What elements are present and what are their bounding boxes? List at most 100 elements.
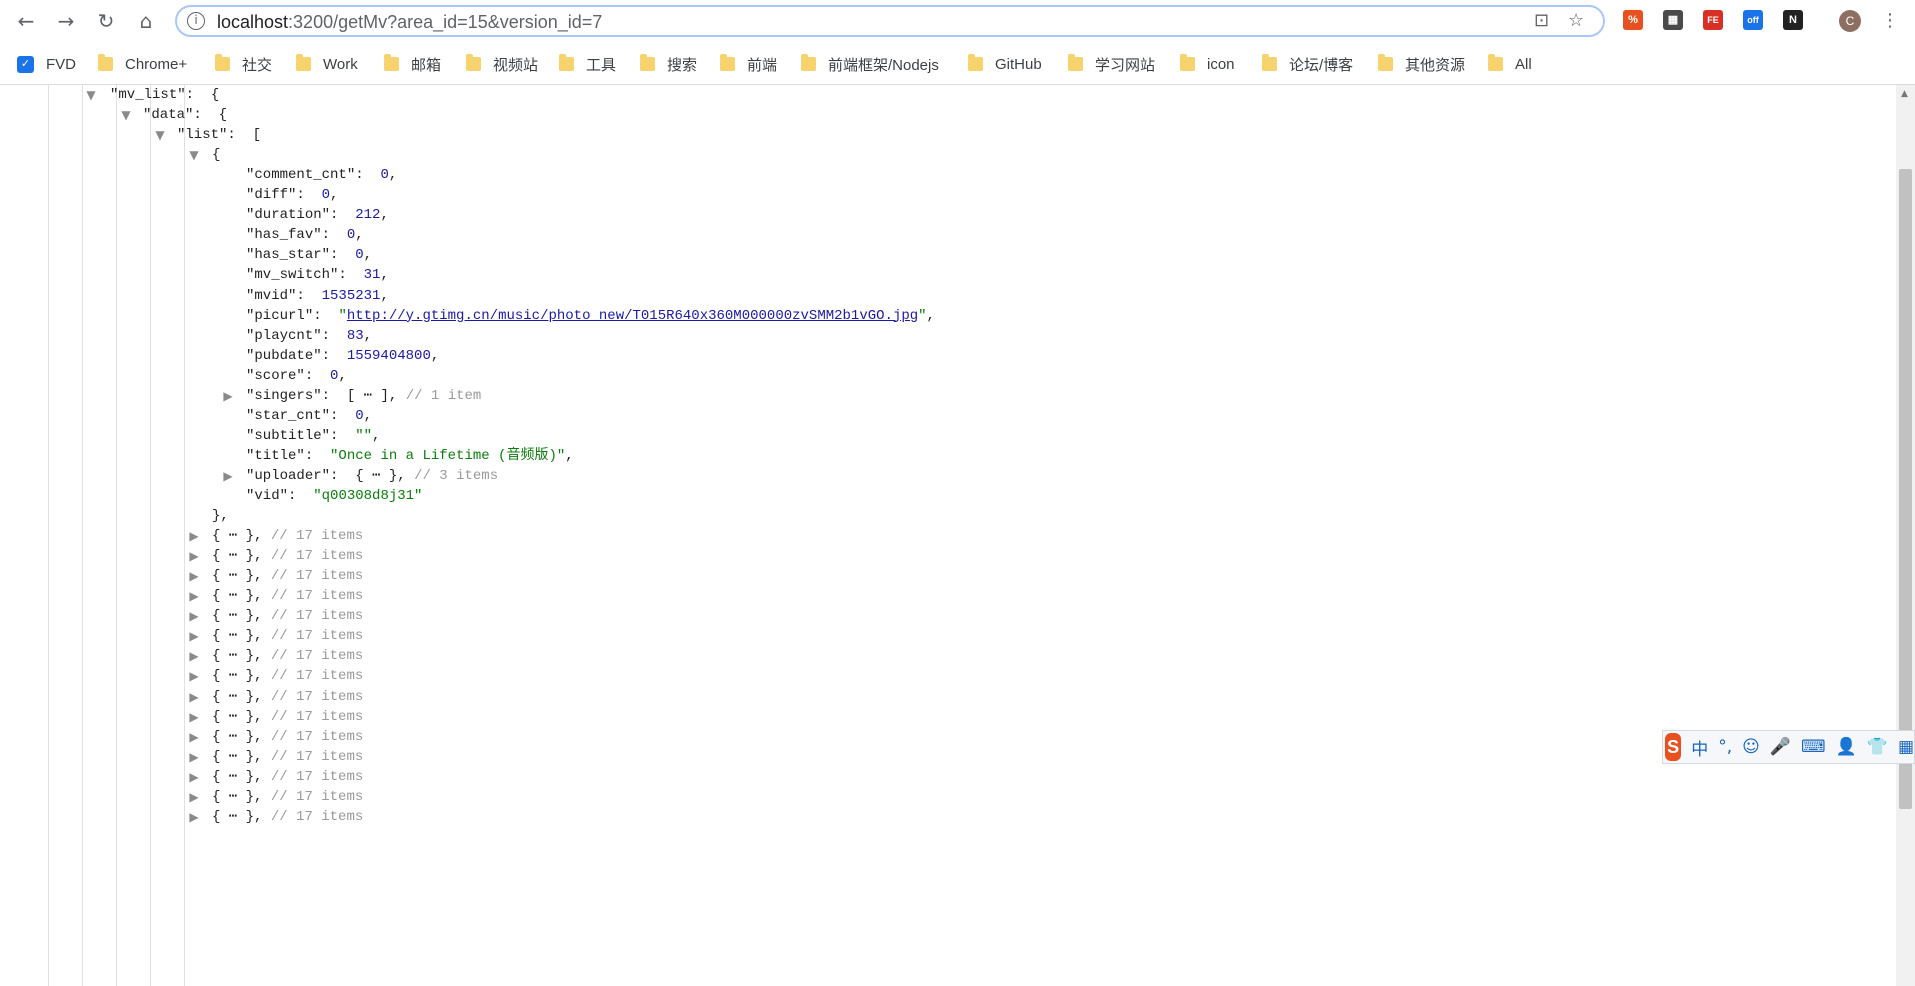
json-token: , [355,227,364,244]
expand-toggle-icon[interactable]: ▶ [188,707,200,727]
reload-icon[interactable]: ↻ [92,7,120,35]
profile-avatar[interactable]: C [1839,10,1861,32]
folder-icon [1262,54,1277,71]
json-value: "Once in a Lifetime (音频版)" [330,447,566,464]
bookmark-item[interactable]: Chrome+ [98,52,187,76]
extension-icon-fe[interactable]: FE [1703,10,1723,30]
bookmark-item[interactable]: Work [296,52,358,76]
json-comment: // 17 items [270,728,364,745]
json-value[interactable]: http://y.gtimg.cn/music/photo_new/T015R6… [347,308,918,324]
collapse-toggle-icon[interactable]: ▼ [188,145,200,165]
bookmark-item[interactable]: GitHub [968,52,1042,76]
json-token: { [212,147,221,164]
expand-toggle-icon[interactable]: ▶ [188,646,200,666]
vertical-scrollbar[interactable]: ▲ [1896,85,1915,986]
json-comment: // 17 items [270,608,364,625]
json-collapsed-item: { ⋯ }, // 17 items [212,727,363,747]
ime-toolbar: S 中 °, ☺ 🎤 ⌨ 👤 👕 ▦ [1662,730,1915,764]
bookmark-item[interactable]: ✓ FVD [17,52,76,76]
json-collapsed: { ⋯ }, [212,528,263,545]
scrollbar-thumb[interactable] [1899,169,1912,809]
expand-toggle-icon[interactable]: ▶ [188,787,200,807]
home-icon[interactable]: ⌂ [132,7,160,35]
bookmark-item[interactable]: 前端框架/Nodejs [801,52,939,76]
json-token: " [918,307,927,324]
ime-item[interactable]: ⌨ [1801,737,1826,757]
json-comment: // 17 items [270,768,364,785]
bookmark-item[interactable]: 前端 [720,52,777,76]
bookmark-item[interactable]: icon [1180,52,1235,76]
notion-icon[interactable]: N [1783,10,1803,30]
url-text[interactable]: localhost:3200/getMv?area_id=15&version_… [217,12,602,33]
ime-item[interactable]: ▦ [1898,737,1914,757]
json-line-data: "data": { [143,105,227,125]
json-value: { ⋯ } [355,467,398,484]
bookmark-item[interactable]: 其他资源 [1378,52,1465,76]
json-property: "pubdate": 1559404800, [246,346,439,366]
bookmark-item[interactable]: 视频站 [466,52,538,76]
json-token: ": [321,427,356,444]
expand-toggle-icon[interactable]: ▶ [188,606,200,626]
expand-toggle-icon[interactable]: ▶ [222,386,234,406]
expand-toggle-icon[interactable]: ▶ [188,687,200,707]
expand-toggle-icon[interactable]: ▶ [188,566,200,586]
bookmark-label: 搜索 [667,56,698,74]
expand-toggle-icon[interactable]: ▶ [188,586,200,606]
json-token: ": [288,187,322,204]
bookmark-item[interactable]: 搜索 [640,52,697,76]
bookmark-item[interactable]: 邮箱 [384,52,441,76]
expand-toggle-icon[interactable]: ▶ [188,767,200,787]
browser-menu-icon[interactable]: ⋮ [1881,8,1899,34]
expand-toggle-icon[interactable]: ▶ [188,546,200,566]
expand-toggle-icon[interactable]: ▶ [188,626,200,646]
bookmark-star-icon[interactable]: ☆ [1568,10,1584,31]
collapse-toggle-icon[interactable]: ▼ [120,105,132,125]
ime-item[interactable]: °, [1718,737,1732,757]
folder-icon [1488,54,1503,71]
bookmark-item[interactable]: 社交 [215,52,272,76]
expand-toggle-icon[interactable]: ▶ [188,666,200,686]
json-key: diff [254,187,289,204]
json-token: ": [296,367,331,384]
json-collapsed-item: { ⋯ }, // 17 items [212,606,363,626]
expand-toggle-icon[interactable]: ▶ [188,727,200,747]
extension-icon-1[interactable]: % [1623,10,1643,30]
json-collapsed: { ⋯ }, [212,788,263,805]
extension-icon-2[interactable]: ▦ [1663,10,1683,30]
json-comment: // 3 items [414,467,499,484]
json-token: , [565,447,574,464]
bookmark-item[interactable]: 论坛/博客 [1262,52,1353,76]
json-token: ": [321,407,356,424]
json-token: , [430,347,440,364]
ime-item[interactable]: ☺ [1742,737,1760,757]
scroll-up-icon[interactable]: ▲ [1901,89,1908,99]
bookmark-item[interactable]: 学习网站 [1068,52,1155,76]
extension-icon-off[interactable]: off [1743,10,1763,30]
json-collapsed: { ⋯ }, [212,688,263,705]
json-collapsed: { ⋯ }, [212,608,263,625]
bookmark-label: 视频站 [493,56,539,74]
json-viewer: ▼ "mv_list": {▼ "data": {▼ "list": [▼{"comm… [0,85,1895,986]
address-bar[interactable]: i localhost:3200/getMv?area_id=15&versio… [175,5,1605,37]
ime-item[interactable]: 中 [1691,735,1708,760]
ime-item[interactable]: 👕 [1867,737,1888,757]
bookmark-label: icon [1207,55,1235,73]
bookmark-item[interactable]: 工具 [559,52,616,76]
expand-toggle-icon[interactable]: ▶ [222,466,234,486]
ime-item[interactable]: 🎤 [1770,737,1791,757]
collapse-toggle-icon[interactable]: ▼ [85,85,97,105]
expand-toggle-icon[interactable]: ▶ [188,807,200,827]
ime-item[interactable]: 👤 [1836,737,1857,757]
site-info-icon[interactable]: i [187,12,205,30]
bookmark-item[interactable]: All [1488,52,1532,76]
collapse-toggle-icon[interactable]: ▼ [154,125,166,145]
forward-icon[interactable]: → [52,7,80,35]
back-icon[interactable]: ← [12,7,40,35]
expand-toggle-icon[interactable]: ▶ [188,747,200,767]
sogou-logo-icon[interactable]: S [1665,733,1682,761]
expand-toggle-icon[interactable]: ▶ [188,526,200,546]
translate-icon[interactable]: ⊡ [1534,10,1549,31]
